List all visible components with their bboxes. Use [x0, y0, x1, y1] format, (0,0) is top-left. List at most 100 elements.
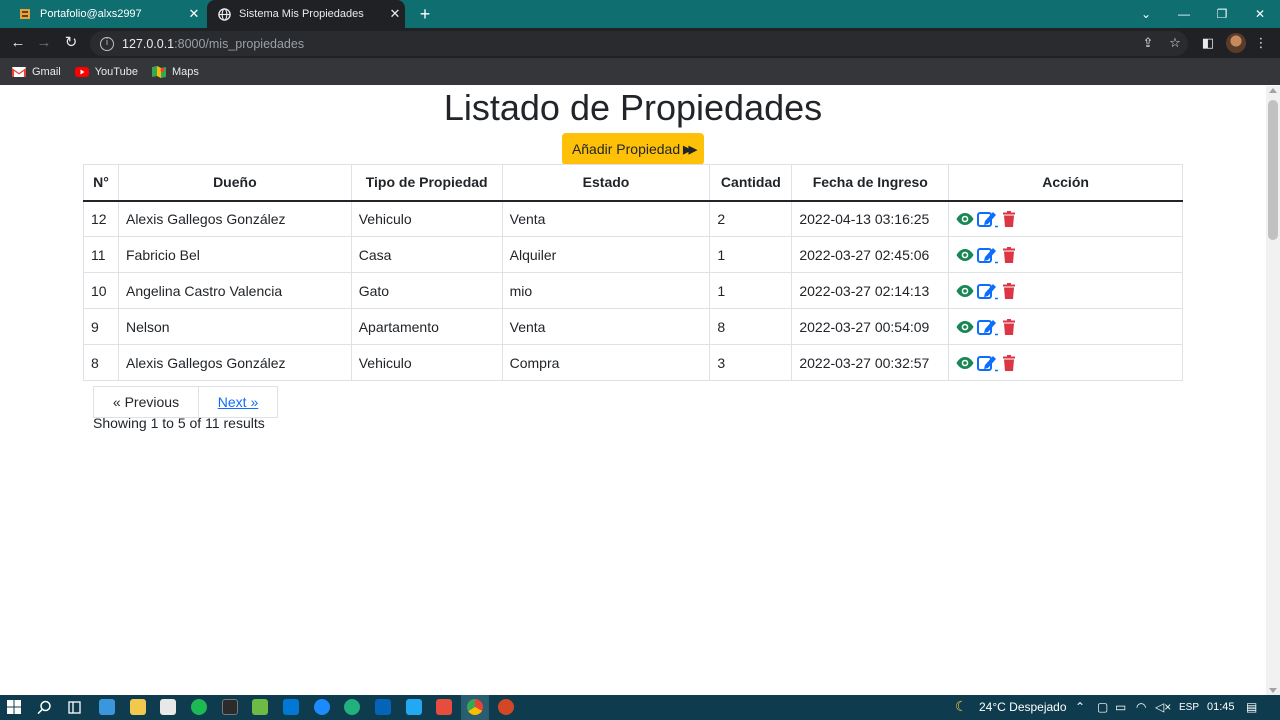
close-window-icon[interactable]: ✕ [1242, 0, 1278, 28]
forward-icon[interactable]: → [33, 32, 55, 54]
edit-pencil-icon[interactable] [977, 282, 999, 300]
close-tab-icon[interactable]: ✕ [385, 6, 405, 22]
globe-icon [217, 7, 231, 21]
cell-date: 2022-03-27 02:45:06 [791, 236, 950, 273]
terminal-icon[interactable] [222, 699, 238, 715]
notifications-icon[interactable]: ▤ [1246, 700, 1257, 714]
column-header: Cantidad [709, 164, 793, 202]
delete-trash-icon[interactable] [1002, 210, 1016, 227]
close-tab-icon[interactable]: ✕ [184, 6, 204, 22]
tray-chevron-icon[interactable]: ⌃ [1075, 700, 1085, 714]
edit-pencil-icon[interactable] [977, 246, 999, 264]
wifi-icon[interactable]: ◠ [1136, 700, 1146, 714]
edit-pencil-icon[interactable] [977, 210, 999, 228]
cell-n: 9 [83, 308, 119, 345]
file-explorer-icon[interactable] [130, 699, 146, 715]
menu-icon[interactable]: ⋮ [1252, 34, 1270, 52]
delete-trash-icon[interactable] [1002, 318, 1016, 335]
widgets-icon[interactable] [99, 699, 115, 715]
windows-start-icon[interactable] [7, 700, 21, 714]
back-icon[interactable]: ← [7, 32, 29, 54]
share-icon[interactable]: ⇪ [1139, 34, 1157, 52]
delete-trash-icon[interactable] [1002, 354, 1016, 371]
edge-icon[interactable] [344, 699, 360, 715]
delete-trash-icon[interactable] [1002, 246, 1016, 263]
cell-qty: 2 [709, 200, 793, 237]
bookmark-label: YouTube [94, 65, 138, 78]
outlook-icon[interactable] [375, 699, 391, 715]
fast-forward-icon: ▶▶ [683, 143, 697, 156]
input-language[interactable]: ESP [1179, 702, 1199, 713]
tab-portafolio[interactable]: Portafolio@alxs2997 ✕ [8, 0, 204, 28]
view-eye-icon[interactable] [956, 320, 974, 334]
side-panel-icon[interactable]: ◧ [1199, 34, 1217, 52]
bookmark-star-icon[interactable]: ☆ [1166, 34, 1184, 52]
search-icon[interactable] [37, 700, 52, 715]
clock-time[interactable]: 01:45 [1207, 701, 1235, 713]
page-title: Listado de Propiedades [443, 87, 823, 128]
edge-dev-icon[interactable] [314, 699, 330, 715]
cell-type: Apartamento [350, 308, 503, 345]
cell-owner: Fabricio Bel [117, 236, 352, 273]
page-scrollbar[interactable] [1266, 86, 1280, 695]
bookmark-gmail[interactable]: Gmail [12, 66, 61, 78]
task-view-icon[interactable] [67, 700, 82, 715]
bookmark-maps[interactable]: Maps [151, 65, 199, 78]
site-info-icon[interactable]: i [100, 36, 114, 51]
cell-type: Casa [350, 236, 503, 273]
pagination: « Previous Next » [93, 386, 278, 418]
tab-sistema[interactable]: Sistema Mis Propiedades ✕ [207, 0, 405, 28]
cell-date: 2022-03-27 02:14:13 [791, 272, 950, 309]
scroll-up-icon[interactable] [1269, 88, 1277, 93]
scroll-down-icon[interactable] [1269, 688, 1277, 693]
spotify-icon[interactable] [191, 699, 207, 715]
weather-text[interactable]: 24°C Despejado [979, 700, 1067, 714]
address-bar[interactable]: i 127.0.0.1:8000/mis_propiedades [90, 31, 1188, 56]
mail-icon[interactable] [283, 699, 299, 715]
new-tab-button[interactable]: + [414, 3, 436, 25]
bookmark-youtube[interactable]: YouTube [74, 65, 138, 78]
youtube-icon [74, 66, 89, 77]
table-row: 12 Alexis Gallegos González Vehiculo Venta 2… [83, 200, 1183, 237]
previous-page-button[interactable]: « Previous [93, 386, 199, 418]
scrollbar-thumb[interactable] [1268, 100, 1278, 240]
cell-n: 10 [83, 272, 119, 309]
view-eye-icon[interactable] [956, 356, 974, 370]
battery-icon[interactable]: ▭ [1115, 700, 1126, 714]
page-content: Listado de Propiedades Añadir Propiedad … [0, 86, 1266, 695]
tab-title: Sistema Mis Propiedades [239, 8, 364, 20]
cell-date: 2022-03-27 00:32:57 [791, 344, 950, 381]
url-host: 127.0.0.1 [122, 36, 175, 51]
edit-pencil-icon[interactable] [977, 318, 999, 336]
cell-qty: 1 [709, 236, 793, 273]
delete-trash-icon[interactable] [1002, 282, 1016, 299]
cell-owner: Angelina Castro Valencia [117, 272, 352, 309]
view-eye-icon[interactable] [956, 248, 974, 262]
reload-icon[interactable]: ↻ [60, 32, 82, 54]
chrome-icon[interactable] [467, 699, 483, 715]
maps-icon [151, 65, 166, 78]
wps-office-icon[interactable] [436, 699, 452, 715]
weather-moon-icon[interactable]: ☾ [955, 698, 968, 715]
notepad-icon[interactable] [252, 699, 268, 715]
volume-mute-icon[interactable]: ◁× [1155, 700, 1171, 714]
meet-now-icon[interactable]: ▢ [1097, 700, 1108, 714]
restore-icon[interactable]: ❐ [1204, 0, 1240, 28]
vscode-icon[interactable] [406, 699, 422, 715]
next-page-link[interactable]: Next » [199, 386, 278, 418]
cell-date: 2022-04-13 03:16:25 [791, 200, 950, 237]
add-property-button[interactable]: Añadir Propiedad ▶▶ [562, 133, 704, 165]
view-eye-icon[interactable] [956, 284, 974, 298]
tab-search-icon[interactable]: ⌄ [1128, 0, 1164, 28]
minimize-icon[interactable]: — [1166, 0, 1202, 28]
view-eye-icon[interactable] [956, 212, 974, 226]
edit-pencil-icon[interactable] [977, 354, 999, 372]
cell-owner: Alexis Gallegos González [117, 200, 352, 237]
cell-state: mio [501, 272, 711, 309]
profile-avatar[interactable] [1226, 33, 1246, 53]
cell-n: 11 [83, 236, 119, 273]
powerpoint-icon[interactable] [498, 699, 514, 715]
cell-qty: 8 [709, 308, 793, 345]
cell-state: Alquiler [501, 236, 711, 273]
store-icon[interactable] [160, 699, 176, 715]
